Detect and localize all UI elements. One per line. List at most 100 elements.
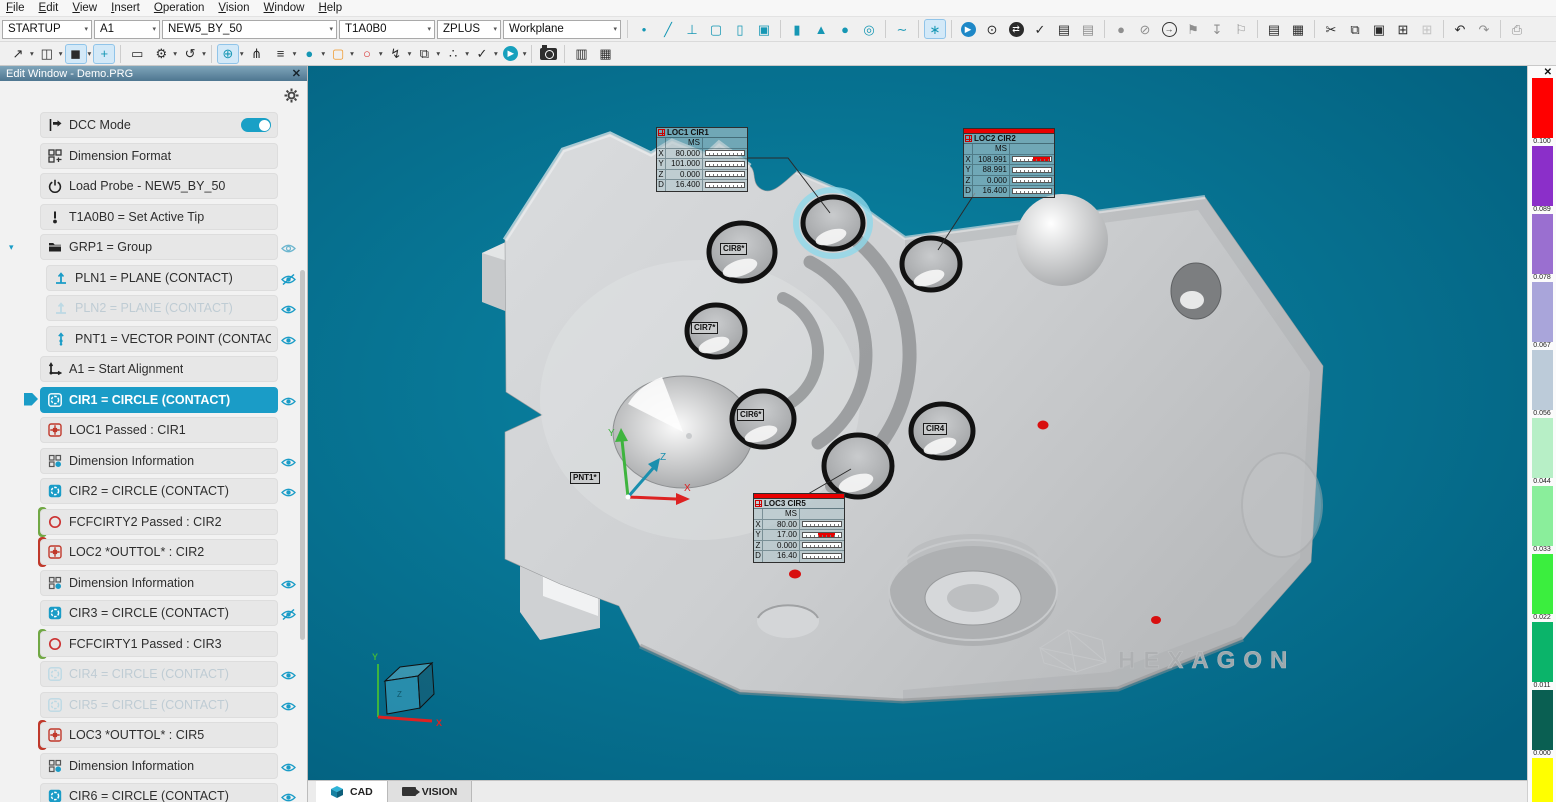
menu-vision[interactable]: Vision bbox=[218, 2, 249, 14]
workplane-combo[interactable]: ZPLUS▾ bbox=[437, 20, 501, 39]
startup-combo[interactable]: STARTUP▾ bbox=[2, 20, 92, 39]
undo-icon[interactable]: ↶ bbox=[1449, 19, 1471, 39]
eye-slash-icon[interactable] bbox=[281, 272, 296, 290]
measurement-callout-loc1[interactable]: LOC1 CIR1MSX80.000Y101.000Z0.000D16.400 bbox=[656, 127, 748, 192]
document-check-icon[interactable]: ▤ bbox=[1053, 19, 1075, 39]
eye-icon[interactable] bbox=[281, 760, 296, 778]
rotate-view-icon[interactable]: ↺ bbox=[179, 44, 201, 64]
dropdown-caret-icon[interactable]: ▾ bbox=[613, 25, 617, 33]
dropdown-caret-icon[interactable]: ▾ bbox=[59, 49, 63, 58]
print-icon[interactable]: ⎙ bbox=[1506, 19, 1528, 39]
command-item-9[interactable]: CIR1 = CIRCLE (CONTACT) bbox=[40, 387, 278, 413]
mini-execute-icon[interactable]: ▶ bbox=[500, 44, 522, 64]
cad-scene[interactable]: HEXAGON X Y Z Y bbox=[308, 66, 1527, 780]
command-item-4[interactable]: GRP1 = Group bbox=[40, 234, 278, 260]
report-window-icon[interactable]: ▥ bbox=[570, 44, 592, 64]
command-item-14[interactable]: LOC2 *OUTTOL* : CIR2 bbox=[40, 539, 278, 565]
bookmark-insert-icon[interactable]: ↧ bbox=[1206, 19, 1228, 39]
shaded-view-icon[interactable]: ◼ bbox=[65, 44, 87, 64]
comment-icon[interactable]: ▭ bbox=[126, 44, 148, 64]
view-combo[interactable]: Workplane▾ bbox=[503, 20, 621, 39]
dropdown-caret-icon[interactable]: ▾ bbox=[173, 49, 177, 58]
analysis-window-icon[interactable]: ▦ bbox=[594, 44, 616, 64]
counterbore[interactable] bbox=[889, 534, 1057, 646]
group-expand-caret-icon[interactable]: ▾ bbox=[9, 242, 14, 253]
eye-icon[interactable] bbox=[281, 790, 296, 802]
eye-icon[interactable] bbox=[281, 333, 296, 351]
command-item-21[interactable]: Dimension Information bbox=[40, 753, 278, 779]
shaded-sphere-icon[interactable]: ● bbox=[298, 44, 320, 64]
command-item-19[interactable]: CIR5 = CIRCLE (CONTACT) bbox=[40, 692, 278, 718]
confirm-icon[interactable]: ✓ bbox=[1029, 19, 1051, 39]
dropdown-caret-icon[interactable]: ▾ bbox=[30, 49, 34, 58]
eye-icon[interactable] bbox=[281, 455, 296, 473]
dropdown-caret-icon[interactable]: ▾ bbox=[329, 25, 333, 33]
command-item-18[interactable]: CIR4 = CIRCLE (CONTACT) bbox=[40, 661, 278, 687]
pan-view-icon[interactable]: + bbox=[93, 44, 115, 64]
graph-view-icon[interactable]: ↯ bbox=[385, 44, 407, 64]
command-item-22[interactable]: CIR6 = CIRCLE (CONTACT) bbox=[40, 783, 278, 802]
command-item-2[interactable]: Load Probe - NEW5_BY_50 bbox=[40, 173, 278, 199]
summary-mode-icon[interactable]: ▤ bbox=[1263, 19, 1285, 39]
bookmark-icon[interactable]: ⚑ bbox=[1182, 19, 1204, 39]
tab-cad[interactable]: CAD bbox=[316, 781, 387, 802]
command-item-3[interactable]: T1A0B0 = Set Active Tip bbox=[40, 204, 278, 230]
redo-icon[interactable]: ↷ bbox=[1473, 19, 1495, 39]
eye-icon[interactable] bbox=[281, 394, 296, 412]
auto-feature-icon[interactable]: ∗ bbox=[924, 19, 946, 39]
dropdown-caret-icon[interactable]: ▾ bbox=[408, 49, 412, 58]
bookmark-remove-icon[interactable]: ⚐ bbox=[1230, 19, 1252, 39]
dropdown-caret-icon[interactable]: ▾ bbox=[84, 25, 88, 33]
command-item-10[interactable]: LOC1 Passed : CIR1 bbox=[40, 417, 278, 443]
feature-tag-cir6[interactable]: CIR6* bbox=[737, 409, 764, 421]
command-item-8[interactable]: A1 = Start Alignment bbox=[40, 356, 278, 382]
continue-icon[interactable]: → bbox=[1158, 19, 1180, 39]
command-item-15[interactable]: Dimension Information bbox=[40, 570, 278, 596]
menu-window[interactable]: Window bbox=[264, 2, 305, 14]
plane-feature-icon[interactable]: ⊥ bbox=[681, 19, 703, 39]
menu-file[interactable]: File bbox=[6, 2, 25, 14]
dropdown-caret-icon[interactable]: ▾ bbox=[293, 49, 297, 58]
cone-countersink[interactable] bbox=[613, 376, 753, 488]
feature-tag-cir7[interactable]: CIR7* bbox=[691, 322, 718, 334]
dropdown-caret-icon[interactable]: ▾ bbox=[240, 49, 244, 58]
menu-view[interactable]: View bbox=[72, 2, 97, 14]
pattern-icon[interactable]: ⊞ bbox=[1392, 19, 1414, 39]
window-layout-icon[interactable]: ⧉ bbox=[413, 44, 435, 64]
dropdown-caret-icon[interactable]: ▾ bbox=[379, 49, 383, 58]
eye-icon[interactable] bbox=[281, 577, 296, 595]
loop-execution-icon[interactable]: ⇄ bbox=[1005, 19, 1027, 39]
tab-vision[interactable]: VISION bbox=[387, 781, 473, 802]
eye-icon[interactable] bbox=[281, 668, 296, 686]
menu-help[interactable]: Help bbox=[318, 2, 342, 14]
command-item-12[interactable]: CIR2 = CIRCLE (CONTACT) bbox=[40, 478, 278, 504]
measurement-callout-loc3[interactable]: LOC3 CIR5MSX80.00Y17.00Z0.000D16.40 bbox=[753, 493, 845, 563]
eye-icon[interactable] bbox=[281, 699, 296, 717]
paste-pattern-icon[interactable]: ⊞ bbox=[1416, 19, 1438, 39]
document-cancel-icon[interactable]: ▤ bbox=[1077, 19, 1099, 39]
menu-edit[interactable]: Edit bbox=[39, 2, 59, 14]
feature-tag-pnt1[interactable]: PNT1* bbox=[570, 472, 600, 484]
command-item-1[interactable]: Dimension Format bbox=[40, 143, 278, 169]
gdt-circle-icon[interactable]: ○ bbox=[356, 44, 378, 64]
eye-slash-icon[interactable] bbox=[281, 607, 296, 625]
sphere-feature[interactable] bbox=[1016, 194, 1108, 286]
circle-feature-icon[interactable]: ▢ bbox=[705, 19, 727, 39]
verify-icon[interactable]: ✓ bbox=[471, 44, 493, 64]
execute-feature-icon[interactable]: ⊙ bbox=[981, 19, 1003, 39]
execute-program-icon[interactable]: ▶ bbox=[957, 19, 979, 39]
line-feature-icon[interactable]: ╱ bbox=[657, 19, 679, 39]
feature-tag-cir8[interactable]: CIR8* bbox=[720, 243, 747, 255]
probe-options-icon[interactable]: ⋔ bbox=[246, 44, 268, 64]
bounding-box-icon[interactable]: ▢ bbox=[327, 44, 349, 64]
stop-icon[interactable]: ● bbox=[1110, 19, 1132, 39]
probe-position-icon[interactable]: ⊕ bbox=[217, 44, 239, 64]
dropdown-caret-icon[interactable]: ▾ bbox=[202, 49, 206, 58]
dropdown-caret-icon[interactable]: ▾ bbox=[465, 49, 469, 58]
eye-icon[interactable] bbox=[281, 485, 296, 503]
wireframe-view-icon[interactable]: ◫ bbox=[36, 44, 58, 64]
eye-icon[interactable] bbox=[281, 302, 296, 320]
torus-feature-icon[interactable]: ◎ bbox=[858, 19, 880, 39]
command-mode-icon[interactable]: ▦ bbox=[1287, 19, 1309, 39]
command-item-13[interactable]: FCFCIRTY2 Passed : CIR2 bbox=[40, 509, 278, 535]
